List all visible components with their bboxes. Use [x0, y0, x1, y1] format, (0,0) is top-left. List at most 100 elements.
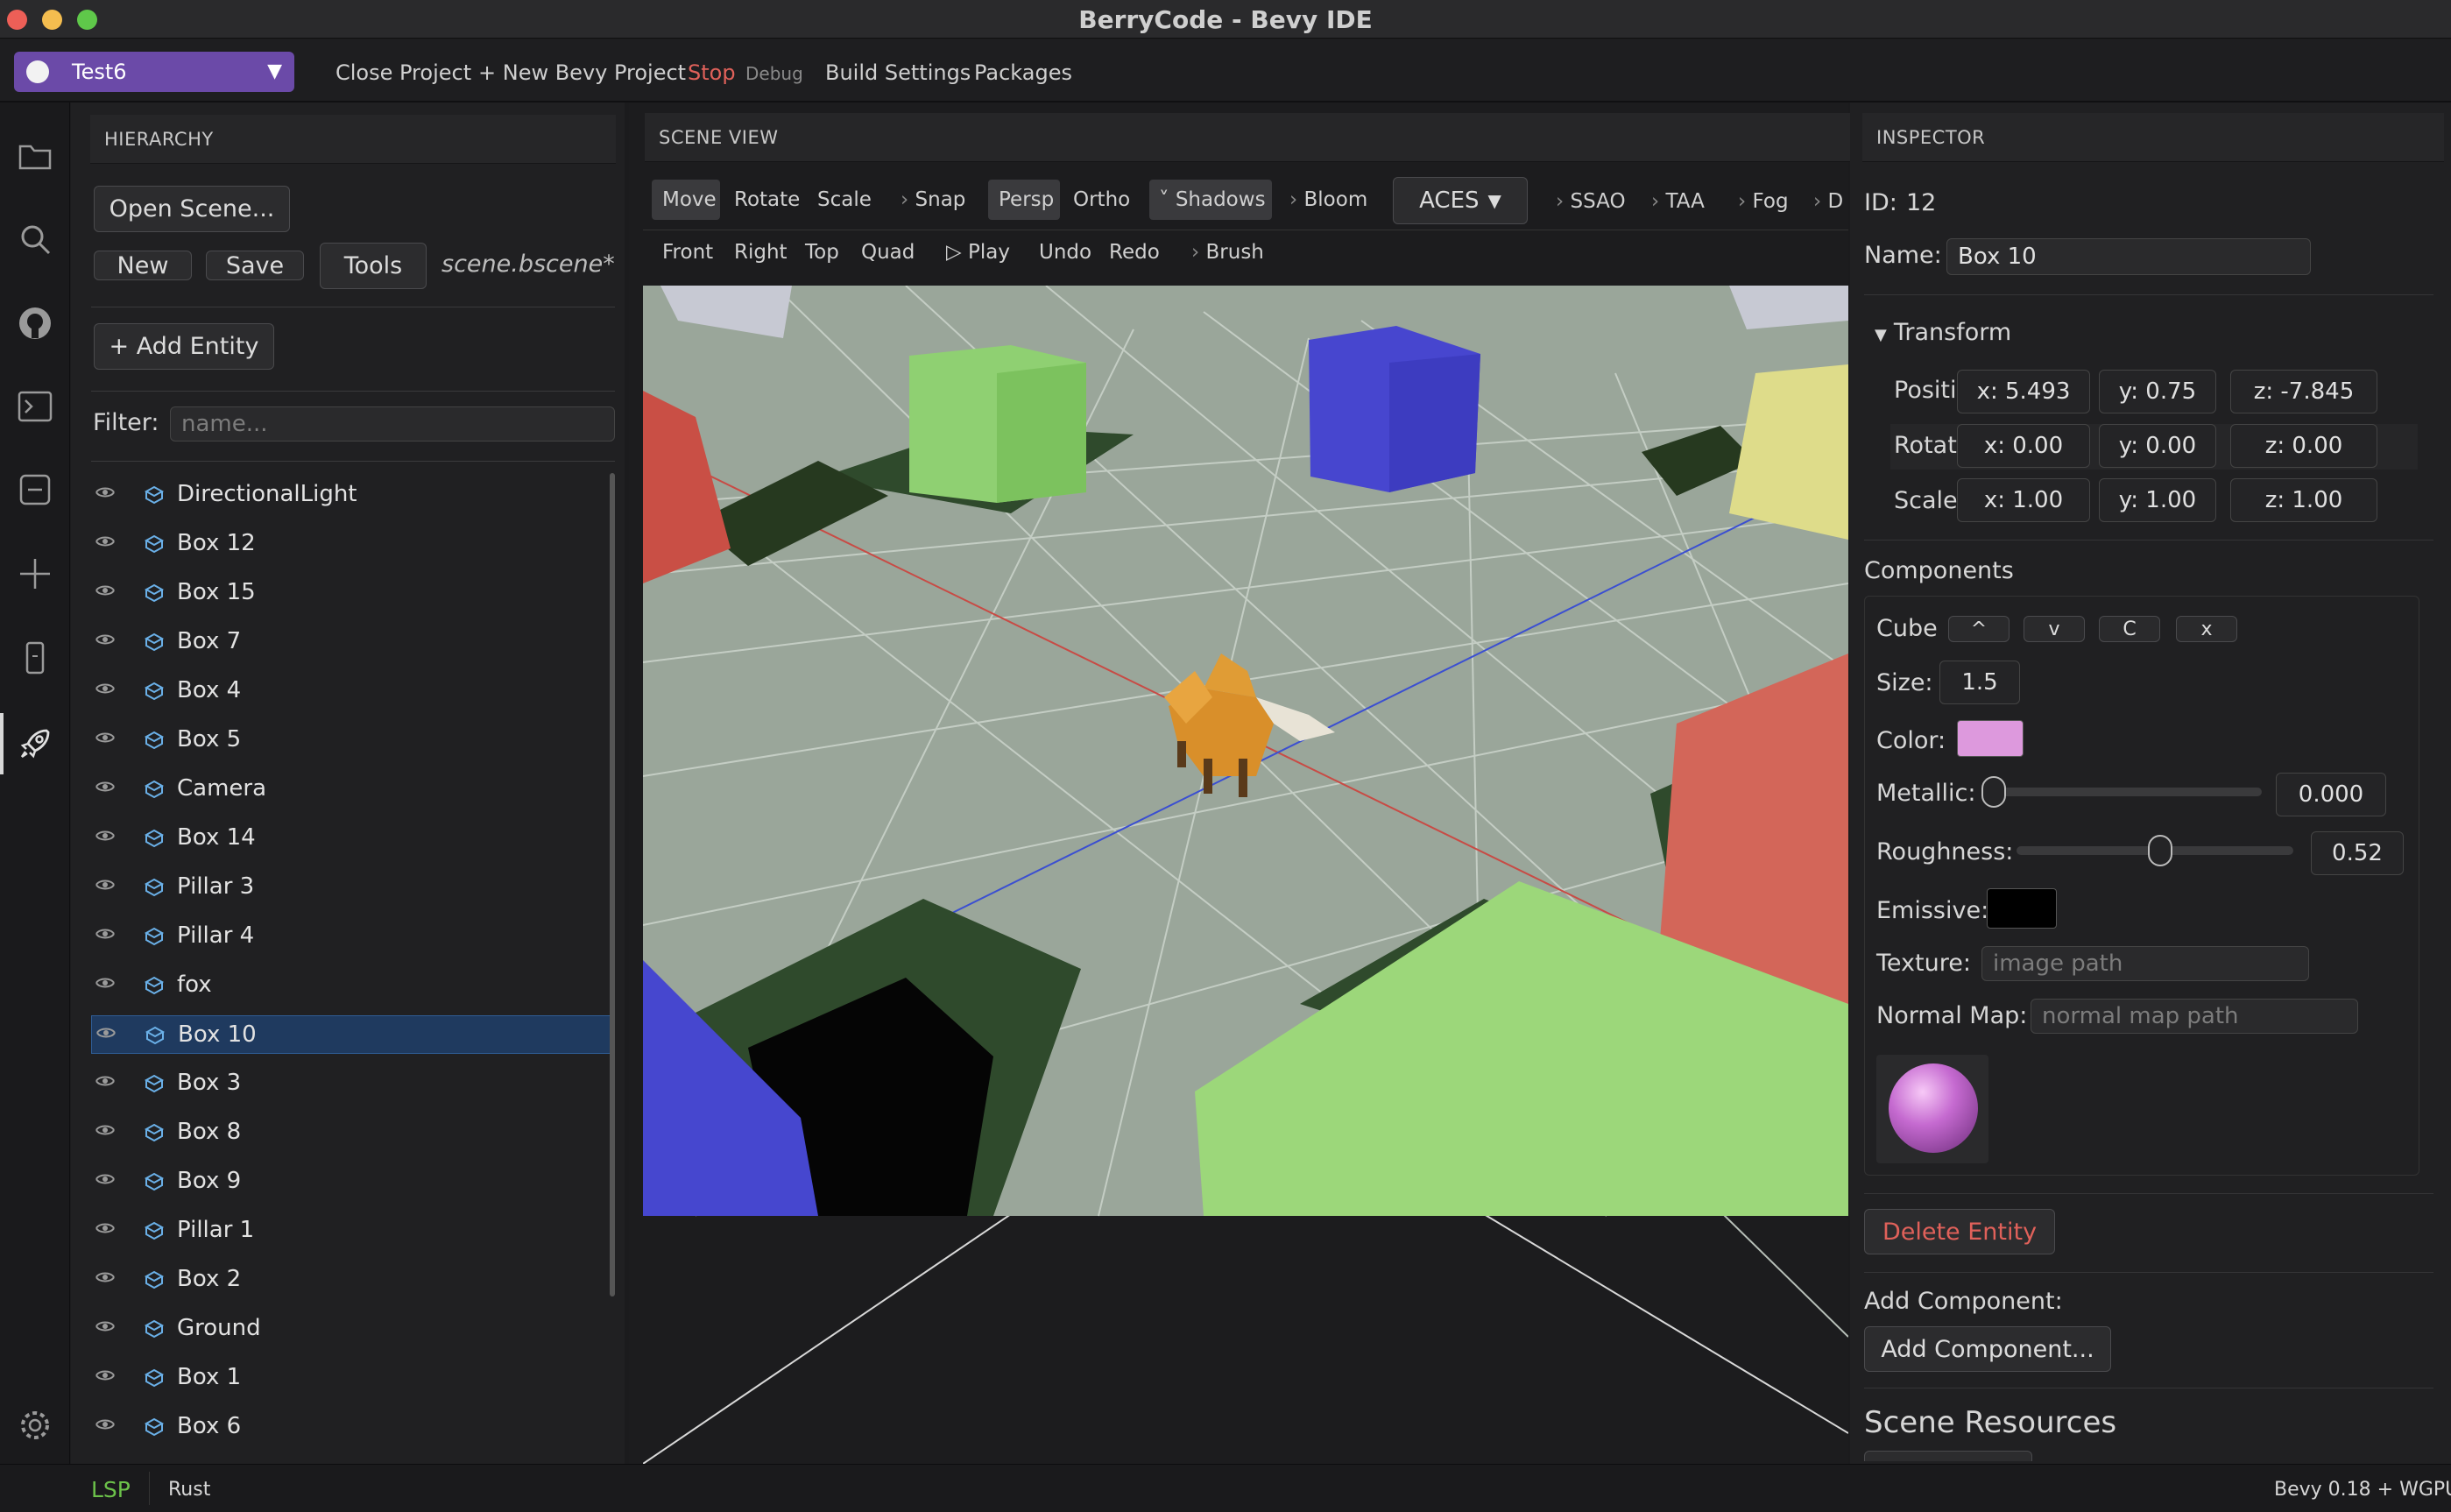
- entity-row[interactable]: Box 2: [91, 1261, 611, 1299]
- entity-row[interactable]: Pillar 4: [91, 917, 611, 956]
- visibility-icon[interactable]: [93, 1315, 117, 1339]
- visibility-icon[interactable]: [93, 775, 117, 800]
- metallic-slider[interactable]: [1981, 776, 2262, 808]
- visibility-icon[interactable]: [93, 530, 117, 555]
- rotate-tool-button[interactable]: Rotate: [734, 188, 800, 211]
- filter-input[interactable]: name...: [170, 406, 615, 442]
- scale-z-field[interactable]: z: 1.00: [2230, 478, 2377, 522]
- entity-row[interactable]: Box 6: [91, 1408, 611, 1446]
- visibility-icon[interactable]: [93, 1266, 117, 1290]
- roughness-slider[interactable]: [2017, 835, 2293, 866]
- new-bevy-project-menu[interactable]: + New Bevy Project: [478, 60, 686, 85]
- scale-x-field[interactable]: x: 1.00: [1957, 478, 2090, 522]
- visibility-icon[interactable]: [93, 481, 117, 505]
- entity-row[interactable]: Box 7: [91, 623, 611, 661]
- terminal-icon[interactable]: [16, 387, 54, 426]
- visibility-icon[interactable]: [93, 1168, 117, 1192]
- color-swatch[interactable]: [1957, 720, 2024, 757]
- entity-row[interactable]: Box 12: [91, 525, 611, 563]
- scale-y-field[interactable]: y: 1.00: [2099, 478, 2216, 522]
- entity-row[interactable]: Box 8: [91, 1113, 611, 1152]
- lsp-status[interactable]: LSP: [91, 1477, 131, 1502]
- project-selector[interactable]: Test6 ▼: [14, 52, 294, 92]
- texture-path-input[interactable]: image path: [1981, 946, 2309, 981]
- rocket-icon[interactable]: [16, 724, 54, 763]
- name-input[interactable]: Box 10: [1946, 238, 2311, 275]
- position-x-field[interactable]: x: 5.493: [1957, 370, 2090, 413]
- language-status[interactable]: Rust: [168, 1479, 210, 1501]
- normal-map-path-input[interactable]: normal map path: [2031, 999, 2358, 1034]
- entity-row[interactable]: Box 5: [91, 721, 611, 760]
- tonemap-select[interactable]: ACES ▼: [1393, 177, 1528, 224]
- device-icon[interactable]: [16, 639, 54, 677]
- position-z-field[interactable]: z: -7.845: [2230, 370, 2377, 413]
- entity-row[interactable]: DirectionalLight: [91, 476, 611, 514]
- play-button[interactable]: ▷ Play: [946, 241, 1010, 264]
- move-tool-button[interactable]: Move: [662, 188, 717, 211]
- taa-toggle[interactable]: › TAA: [1651, 190, 1705, 213]
- rotation-x-field[interactable]: x: 0.00: [1957, 424, 2090, 468]
- stop-menu[interactable]: Stop: [688, 60, 736, 85]
- remove-component-button[interactable]: x: [2176, 616, 2237, 642]
- entity-row[interactable]: Box 4: [91, 672, 611, 710]
- minus-box-icon[interactable]: [16, 470, 54, 509]
- rotation-z-field[interactable]: z: 0.00: [2230, 424, 2377, 468]
- save-scene-button[interactable]: Save: [206, 251, 304, 280]
- delete-entity-button[interactable]: Delete Entity: [1864, 1209, 2055, 1254]
- roughness-field[interactable]: 0.52: [2311, 831, 2404, 875]
- add-entity-button[interactable]: + Add Entity: [94, 323, 274, 370]
- entity-row[interactable]: Box 14: [91, 819, 611, 858]
- undo-button[interactable]: Undo: [1039, 241, 1091, 264]
- visibility-icon[interactable]: [93, 873, 117, 898]
- redo-button[interactable]: Redo: [1109, 241, 1160, 264]
- entity-row[interactable]: Camera: [91, 770, 611, 809]
- tools-button[interactable]: Tools: [320, 243, 427, 289]
- entity-row[interactable]: Pillar 1: [91, 1212, 611, 1250]
- entity-row[interactable]: Pillar 3: [91, 868, 611, 907]
- fog-toggle[interactable]: › Fog: [1738, 190, 1789, 213]
- top-view-button[interactable]: Top: [805, 241, 839, 264]
- new-scene-button[interactable]: New: [94, 251, 192, 280]
- gear-icon[interactable]: [16, 1406, 54, 1445]
- metallic-field[interactable]: 0.000: [2276, 773, 2386, 816]
- github-icon[interactable]: [16, 304, 54, 343]
- visibility-icon[interactable]: [93, 726, 117, 751]
- add-component-button[interactable]: Add Component...: [1864, 1326, 2111, 1372]
- transform-toggle[interactable]: ▼ Transform: [1875, 319, 2011, 346]
- open-scene-button[interactable]: Open Scene...: [94, 186, 290, 232]
- scene-viewport[interactable]: [643, 286, 1848, 1464]
- more-toggle[interactable]: › D: [1813, 190, 1843, 213]
- visibility-icon[interactable]: [93, 1413, 117, 1438]
- search-icon[interactable]: [16, 220, 54, 258]
- scale-tool-button[interactable]: Scale: [817, 188, 872, 211]
- ssao-toggle[interactable]: › SSAO: [1556, 190, 1626, 213]
- entity-row[interactable]: Box 10: [91, 1015, 611, 1054]
- entity-row[interactable]: Ground: [91, 1310, 611, 1348]
- brush-toggle[interactable]: › Brush: [1191, 241, 1264, 264]
- shadows-toggle[interactable]: ˅ Shadows: [1159, 188, 1266, 211]
- visibility-icon[interactable]: [93, 628, 117, 653]
- visibility-icon[interactable]: [93, 1070, 117, 1094]
- emissive-swatch[interactable]: [1987, 888, 2057, 929]
- entity-row[interactable]: Box 9: [91, 1162, 611, 1201]
- copy-component-button[interactable]: C: [2099, 616, 2160, 642]
- debug-menu[interactable]: Debug: [745, 63, 803, 84]
- visibility-icon[interactable]: [93, 971, 117, 996]
- slider-thumb[interactable]: [2147, 835, 2172, 866]
- bloom-toggle[interactable]: › Bloom: [1289, 188, 1367, 211]
- size-field[interactable]: 1.5: [1939, 661, 2020, 704]
- close-project-menu[interactable]: Close Project: [336, 60, 471, 85]
- build-settings-menu[interactable]: Build Settings: [825, 60, 971, 85]
- slider-thumb[interactable]: [1981, 776, 2006, 808]
- hierarchy-scrollbar[interactable]: [610, 473, 615, 1297]
- ortho-button[interactable]: Ortho: [1073, 188, 1130, 211]
- move-down-button[interactable]: v: [2024, 616, 2085, 642]
- visibility-icon[interactable]: [93, 1119, 117, 1143]
- visibility-icon[interactable]: [93, 1364, 117, 1388]
- visibility-icon[interactable]: [93, 677, 117, 702]
- right-view-button[interactable]: Right: [734, 241, 788, 264]
- entity-row[interactable]: fox: [91, 966, 611, 1005]
- visibility-icon[interactable]: [93, 824, 117, 849]
- visibility-icon[interactable]: [93, 1217, 117, 1241]
- position-y-field[interactable]: y: 0.75: [2099, 370, 2216, 413]
